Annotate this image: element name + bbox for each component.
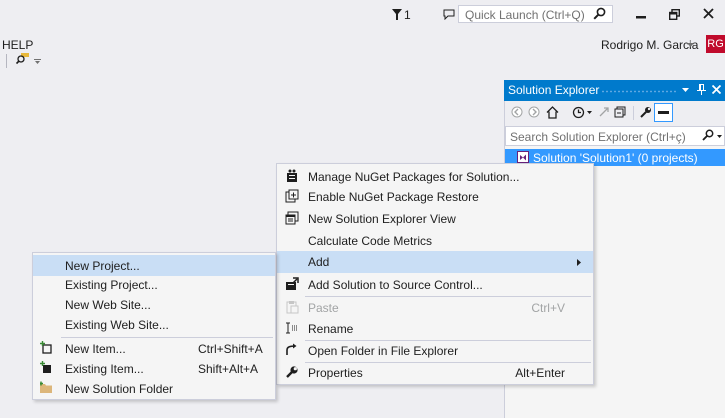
notification-flag-icon (392, 9, 402, 20)
source-control-icon (286, 277, 299, 290)
chevron-down-icon[interactable] (587, 111, 592, 114)
toolbar-separator (633, 106, 634, 120)
menu-item-label: Add (308, 255, 330, 269)
submenu-arrow-icon (577, 259, 581, 266)
pending-changes-filter-icon[interactable] (572, 106, 585, 119)
close-icon[interactable] (712, 85, 721, 94)
solution-icon (517, 151, 529, 163)
menu-item-paste[interactable]: Paste Ctrl+V (277, 297, 593, 319)
existing-item-icon (40, 361, 51, 373)
menu-item-add[interactable]: Add (277, 251, 593, 273)
solution-explorer-search-input[interactable] (506, 127, 704, 147)
menu-item-label: Existing Item... (65, 362, 144, 376)
menu-item-label: New Web Site... (65, 298, 151, 312)
menu-item-label: Open Folder in File Explorer (308, 344, 459, 358)
menu-item-manage-nuget[interactable]: Manage NuGet Packages for Solution... (277, 166, 593, 188)
menu-item-label: Calculate Code Metrics (308, 234, 433, 248)
wrench-icon (286, 366, 298, 378)
avatar[interactable]: RG (706, 35, 725, 53)
search-icon[interactable] (593, 7, 606, 20)
quick-launch-input[interactable] (459, 6, 601, 24)
close-window-icon[interactable] (703, 8, 714, 19)
solution-folder-icon (40, 381, 52, 393)
menu-item-label: Paste (308, 301, 339, 315)
menu-item-label: Properties (308, 366, 363, 380)
package-restore-icon (285, 189, 299, 203)
menu-item-properties[interactable]: Properties Alt+Enter (277, 362, 593, 384)
menu-item-shortcut: Alt+Enter (515, 366, 565, 380)
menu-item-shortcut: Ctrl+V (531, 301, 565, 315)
menu-item-enable-restore[interactable]: Enable NuGet Package Restore (277, 186, 593, 208)
collapse-all-icon[interactable] (614, 106, 626, 118)
properties-wrench-icon[interactable] (640, 106, 652, 118)
drag-handle[interactable] (601, 90, 677, 93)
menu-item-label: Manage NuGet Packages for Solution... (308, 170, 520, 184)
home-icon[interactable] (546, 106, 559, 119)
submenu-item-new-web-site[interactable]: New Web Site... (33, 294, 275, 316)
submenu-item-existing-project[interactable]: Existing Project... (33, 274, 275, 296)
menu-item-rename[interactable]: Rename (277, 318, 593, 340)
menu-item-code-metrics[interactable]: Calculate Code Metrics (277, 230, 593, 252)
menu-item-open-folder[interactable]: Open Folder in File Explorer (277, 340, 593, 362)
submenu-item-existing-item[interactable]: Existing Item... Shift+Alt+A (33, 358, 275, 380)
menu-item-label: Existing Web Site... (65, 318, 169, 332)
menu-item-label: New Solution Folder (65, 382, 174, 396)
submenu-item-new-solution-folder[interactable]: New Solution Folder (33, 378, 275, 400)
preview-icon (658, 111, 669, 114)
feedback-icon[interactable] (443, 9, 455, 20)
solution-explorer-header: Solution Explorer (504, 80, 725, 101)
menu-item-label: New Item... (65, 342, 126, 356)
restore-icon[interactable] (669, 9, 680, 20)
menu-item-label: Enable NuGet Package Restore (308, 190, 479, 204)
menu-item-shortcut: Shift+Alt+A (198, 362, 259, 376)
menu-item-label: Rename (308, 322, 354, 336)
add-submenu: New Project... Existing Project... New W… (32, 252, 276, 400)
submenu-item-new-item[interactable]: New Item... Ctrl+Shift+A (33, 338, 275, 360)
toolbar-overflow-icon[interactable] (34, 59, 41, 64)
search-icon[interactable] (702, 129, 714, 141)
account-name[interactable]: Rodrigo M. Garcia (601, 38, 698, 52)
new-item-icon (40, 341, 52, 354)
menu-item-label: New Solution Explorer View (308, 212, 456, 226)
quick-launch-box[interactable] (458, 5, 613, 24)
open-folder-icon (286, 343, 297, 355)
solution-explorer-toolbar (505, 101, 725, 126)
notification-count: 1 (404, 8, 411, 22)
menu-item-new-se-view[interactable]: New Solution Explorer View (277, 208, 593, 230)
chevron-down-icon[interactable] (717, 135, 722, 138)
menu-help[interactable]: HELP (2, 38, 33, 52)
pin-icon[interactable] (697, 84, 706, 95)
forward-icon[interactable] (528, 106, 540, 118)
find-in-files-icon[interactable] (16, 52, 30, 66)
chevron-down-icon[interactable] (682, 88, 689, 92)
submenu-item-existing-web-site[interactable]: Existing Web Site... (33, 314, 275, 336)
chevron-down-icon[interactable] (687, 43, 694, 47)
menu-item-shortcut: Ctrl+Shift+A (198, 342, 263, 356)
preview-selected-items-button[interactable] (654, 103, 673, 122)
back-icon[interactable] (511, 106, 523, 118)
menu-item-label: Add Solution to Source Control... (308, 278, 483, 292)
solution-context-menu: Manage NuGet Packages for Solution... En… (276, 163, 594, 385)
new-view-icon (285, 211, 299, 225)
menu-item-source-control[interactable]: Add Solution to Source Control... (277, 274, 593, 296)
title-bar (0, 0, 725, 30)
toolbar-separator (6, 54, 7, 68)
paste-icon (286, 301, 299, 314)
submenu-item-new-project[interactable]: New Project... (33, 255, 275, 276)
rename-icon (286, 322, 298, 334)
solution-explorer-title: Solution Explorer (508, 83, 600, 97)
solution-explorer-search[interactable] (505, 126, 725, 147)
menu-item-label: New Project... (65, 259, 140, 273)
minimize-icon[interactable] (636, 9, 646, 19)
menu-item-label: Existing Project... (65, 278, 158, 292)
nuget-icon (287, 169, 297, 182)
sync-icon[interactable] (598, 106, 610, 118)
